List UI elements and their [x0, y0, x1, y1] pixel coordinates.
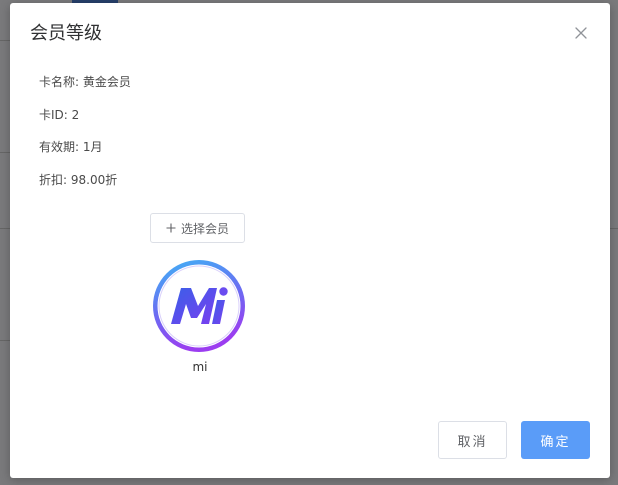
background-divider [0, 40, 10, 41]
background-divider [610, 228, 618, 229]
background-divider [0, 152, 10, 153]
member-level-dialog: 会员等级 卡名称: 黄金会员 卡ID: 2 有效期: 1月 折扣: 98.00折… [10, 3, 610, 478]
dialog-title: 会员等级 [30, 23, 102, 44]
card-name: 卡名称: 黄金会员 [39, 75, 131, 89]
select-member-button[interactable]: 选择会员 [150, 213, 245, 243]
mi-logo-avatar [153, 260, 245, 352]
cancel-button[interactable]: 取消 [438, 421, 507, 459]
close-button[interactable] [573, 25, 589, 41]
card-validity: 有效期: 1月 [39, 140, 103, 154]
card-id: 卡ID: 2 [39, 108, 80, 122]
confirm-button[interactable]: 确定 [521, 421, 590, 459]
background-divider [0, 340, 10, 341]
select-member-label: 选择会员 [180, 221, 229, 236]
card-discount: 折扣: 98.00折 [39, 173, 118, 187]
plus-icon [166, 223, 176, 233]
background-divider [0, 228, 10, 229]
member-name: mi [192, 360, 208, 374]
close-icon [575, 27, 587, 39]
